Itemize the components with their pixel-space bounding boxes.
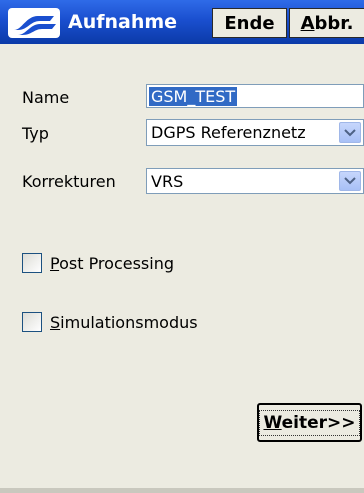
chevron-down-icon[interactable] <box>339 122 361 143</box>
post-processing-label: Post Processing <box>50 253 174 273</box>
weiter-button[interactable]: Weiter>> <box>257 403 362 442</box>
typ-select[interactable]: DGPS Referenznetz <box>146 119 364 146</box>
korrekturen-select[interactable]: VRS <box>146 168 364 194</box>
app-title: Aufnahme <box>68 11 178 33</box>
typ-label: Typ <box>22 124 49 143</box>
name-field[interactable]: GSM_TEST <box>146 84 364 108</box>
typ-select-value: DGPS Referenznetz <box>151 123 306 142</box>
title-bar: Aufnahme Ende Abbr. <box>0 0 364 44</box>
post-processing-option[interactable]: Post Processing <box>22 253 174 273</box>
name-field-value: GSM_TEST <box>149 86 238 106</box>
ende-button[interactable]: Ende <box>212 8 287 38</box>
trimble-logo-icon[interactable] <box>8 8 60 38</box>
korrekturen-select-value: VRS <box>151 171 184 191</box>
abbr-label-rest: bbr. <box>314 12 354 34</box>
post-processing-checkbox[interactable] <box>22 253 42 273</box>
weiter-label: Weiter>> <box>259 409 360 436</box>
simulationsmodus-option[interactable]: Simulationsmodus <box>22 312 198 332</box>
name-label: Name <box>22 88 70 107</box>
title-separator <box>0 44 364 48</box>
abbr-button[interactable]: Abbr. <box>289 8 364 38</box>
bottom-edge <box>0 488 364 493</box>
chevron-down-icon[interactable] <box>339 171 361 191</box>
simulationsmodus-label: Simulationsmodus <box>50 312 198 332</box>
korrekturen-label: Korrekturen <box>22 172 116 191</box>
abbr-mnemonic: A <box>300 12 315 34</box>
simulationsmodus-checkbox[interactable] <box>22 312 42 332</box>
